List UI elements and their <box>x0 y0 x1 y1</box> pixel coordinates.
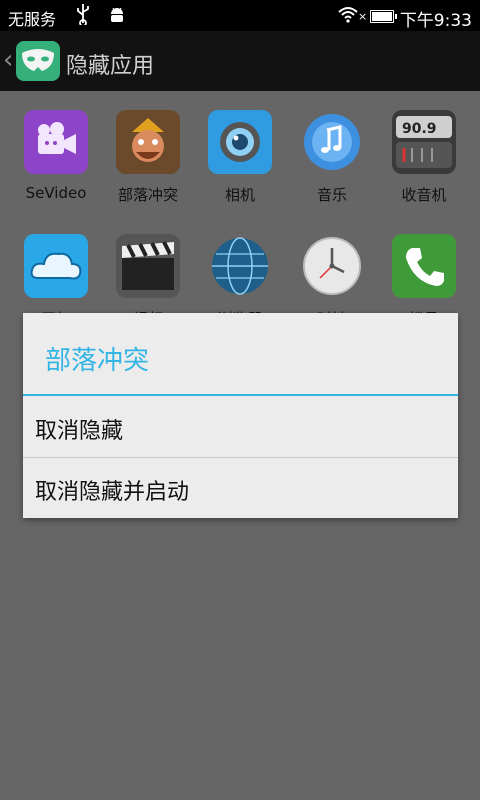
unhide-and-launch-option-label: 取消隐藏并启动 <box>35 480 190 505</box>
app-options-dialog: 部落冲突 取消隐藏 取消隐藏并启动 <box>23 313 458 518</box>
dialog-title: 部落冲突 <box>45 346 150 376</box>
app-logo-mask-icon[interactable] <box>16 41 60 81</box>
unhide-option[interactable]: 取消隐藏 <box>23 397 458 457</box>
usb-icon <box>76 3 90 29</box>
unhide-and-launch-option[interactable]: 取消隐藏并启动 <box>23 458 458 518</box>
dialog-title-divider <box>23 394 458 396</box>
no-signal-mark: × <box>358 10 368 23</box>
wifi-icon <box>338 6 358 24</box>
unhide-option-label: 取消隐藏 <box>35 419 124 444</box>
android-debug-icon <box>108 6 126 24</box>
page-title: 隐藏应用 <box>66 54 155 79</box>
status-time: 下午9:33 <box>399 11 472 31</box>
battery-icon <box>370 10 397 23</box>
carrier-text: 无服务 <box>8 10 57 29</box>
action-bar: ‹ 隐藏应用 <box>0 31 480 91</box>
status-bar: 无服务 × 下午9:33 <box>0 0 480 31</box>
back-chevron-icon[interactable]: ‹ <box>3 45 13 75</box>
